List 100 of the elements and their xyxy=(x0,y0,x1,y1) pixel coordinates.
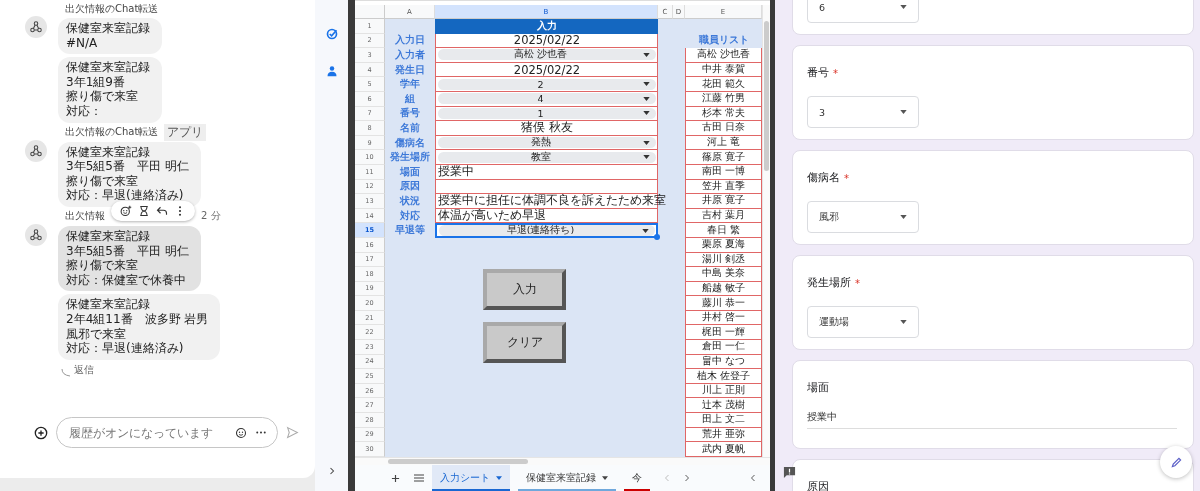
thread-curve-icon xyxy=(61,368,71,377)
sheet-tab[interactable]: 保健室来室記録 xyxy=(518,464,616,491)
feedback-icon[interactable] xyxy=(783,466,796,479)
reply-link[interactable]: 返信 xyxy=(74,362,94,377)
message-time: 2 分 xyxy=(201,209,221,224)
dropdown-field[interactable]: 6 xyxy=(807,0,919,23)
message-line: 風邪で来室 xyxy=(66,326,127,342)
question-label: 発生場所 xyxy=(807,276,851,290)
script-button[interactable]: 入力 xyxy=(483,269,566,310)
message-line: #N/A xyxy=(66,35,99,51)
message-line: 保健室来室記録 xyxy=(66,60,150,75)
table-cell: 倉田 一仁 xyxy=(685,340,762,355)
caret-icon xyxy=(900,110,907,114)
field-label: 傷病名 xyxy=(395,136,425,150)
table-cell: 高松 沙也香 xyxy=(685,48,762,63)
message-line: 保健室来室記録 xyxy=(66,297,151,312)
table-cell: 花田 範久 xyxy=(685,77,762,92)
bot-avatar-icon xyxy=(25,223,47,246)
caret-icon xyxy=(643,53,650,57)
field-label: 対応 xyxy=(400,209,420,223)
cell-value: 授業中 xyxy=(438,164,474,180)
message-line: 対応：早退(連絡済み) xyxy=(66,341,185,356)
sheet-tab[interactable]: 今 xyxy=(624,464,650,491)
more-options-icon[interactable] xyxy=(255,430,267,435)
table-cell: 梶田 一輝 xyxy=(685,325,762,341)
field-label: 番号 xyxy=(400,107,420,121)
field-label: 入力日 xyxy=(395,34,425,48)
add-icon[interactable] xyxy=(34,425,48,440)
cell-value: 猪俣 秋友 xyxy=(520,120,574,136)
field-label: 学年 xyxy=(400,78,420,92)
add-reaction-icon[interactable] xyxy=(120,205,132,218)
dropdown-field[interactable]: 3 xyxy=(807,96,919,128)
question-label: 場面 xyxy=(807,381,829,395)
field-label: 早退等 xyxy=(395,224,425,238)
bot-avatar-icon xyxy=(25,16,47,38)
sender-name: 出欠情報 xyxy=(65,209,105,224)
table-cell: 篠原 寛子 xyxy=(685,150,762,165)
person-icon[interactable] xyxy=(325,65,338,77)
table-cell: 井原 寛子 xyxy=(685,194,762,209)
sheet-tab[interactable]: 入力シート xyxy=(432,464,510,491)
message-input-field[interactable]: 履歴がオンになっています xyxy=(67,424,227,441)
message-line: 保健室来室記録 xyxy=(66,228,151,244)
field-label: 原因 xyxy=(400,180,420,194)
message-line: 保健室来室記録 xyxy=(66,21,150,36)
message-line: 擦り傷で来室 xyxy=(66,89,139,104)
table-cell: 古田 日奈 xyxy=(685,121,762,136)
sender-name: 出欠情報のChat転送 xyxy=(65,125,159,140)
field-label: 状況 xyxy=(400,194,420,208)
cell-value: 2025/02/22 xyxy=(512,62,582,77)
message-line: 対応： xyxy=(66,103,103,119)
chevron-right-icon[interactable] xyxy=(329,467,335,475)
caret-icon xyxy=(642,228,649,233)
field-label: 場面 xyxy=(400,165,420,179)
cell-value: 体温が高いため早退 xyxy=(438,208,546,223)
selection-handle[interactable] xyxy=(654,233,660,240)
add-sheet-icon[interactable] xyxy=(391,473,400,483)
message-line: 3年5組5番 平田 明仁 xyxy=(66,159,189,174)
question-label: 傷病名 xyxy=(807,171,840,185)
chevron-left-icon[interactable] xyxy=(750,474,756,483)
message-line: 対応：保健室で休養中 xyxy=(66,272,187,288)
field-label: 名前 xyxy=(400,121,420,135)
script-button[interactable]: クリア xyxy=(483,322,566,363)
hourglass-icon[interactable] xyxy=(138,205,150,218)
field-label: 発生日 xyxy=(395,63,425,77)
caret-icon xyxy=(643,96,650,101)
question-label: 原因 xyxy=(807,480,829,491)
message-line: 擦り傷で来室 xyxy=(66,258,139,273)
dropdown-field[interactable]: 運動場 xyxy=(807,306,919,338)
message-line: 2年4組11番 波多野 岩男 xyxy=(66,311,209,327)
field-label: 発生場所 xyxy=(390,151,430,165)
send-icon[interactable] xyxy=(286,426,299,439)
caret-icon xyxy=(643,82,650,87)
sender-name: 出欠情報のChat転送 xyxy=(65,1,159,16)
table-cell: 武内 夏帆 xyxy=(685,442,762,457)
form-title: 入力 xyxy=(435,19,658,34)
caret-icon xyxy=(900,215,907,219)
field-label: 組 xyxy=(405,92,415,106)
dropdown-field[interactable]: 風邪 xyxy=(807,201,919,233)
answer-field[interactable]: 授業中 xyxy=(807,411,1177,429)
horizontal-scrollbar[interactable] xyxy=(355,456,770,465)
table-cell[interactable]: 猪俣 秋友 xyxy=(435,121,658,136)
table-cell[interactable]: 早退(連絡待ち) xyxy=(435,223,658,238)
message-line: 対応：早退(連絡済み) xyxy=(66,188,185,203)
bot-avatar-icon xyxy=(25,139,47,162)
caret-icon xyxy=(643,155,650,160)
question-label: 番号 xyxy=(807,66,829,80)
required-asterisk: * xyxy=(855,277,860,289)
chevron-right-icon[interactable] xyxy=(684,474,690,483)
menu-icon[interactable] xyxy=(414,474,424,483)
table-cell: 田上 文二 xyxy=(685,413,762,428)
dropdown-chip[interactable]: 早退(連絡待ち) xyxy=(439,225,655,237)
field-label: 入力者 xyxy=(395,49,425,62)
required-asterisk: * xyxy=(833,67,838,79)
caret-icon xyxy=(602,476,608,481)
caret-icon xyxy=(643,140,650,145)
task-check-icon[interactable] xyxy=(325,28,338,40)
reply-icon[interactable] xyxy=(156,205,168,218)
pencil-icon xyxy=(1169,455,1183,469)
emoji-icon[interactable] xyxy=(235,426,247,439)
caret-icon xyxy=(496,476,502,481)
